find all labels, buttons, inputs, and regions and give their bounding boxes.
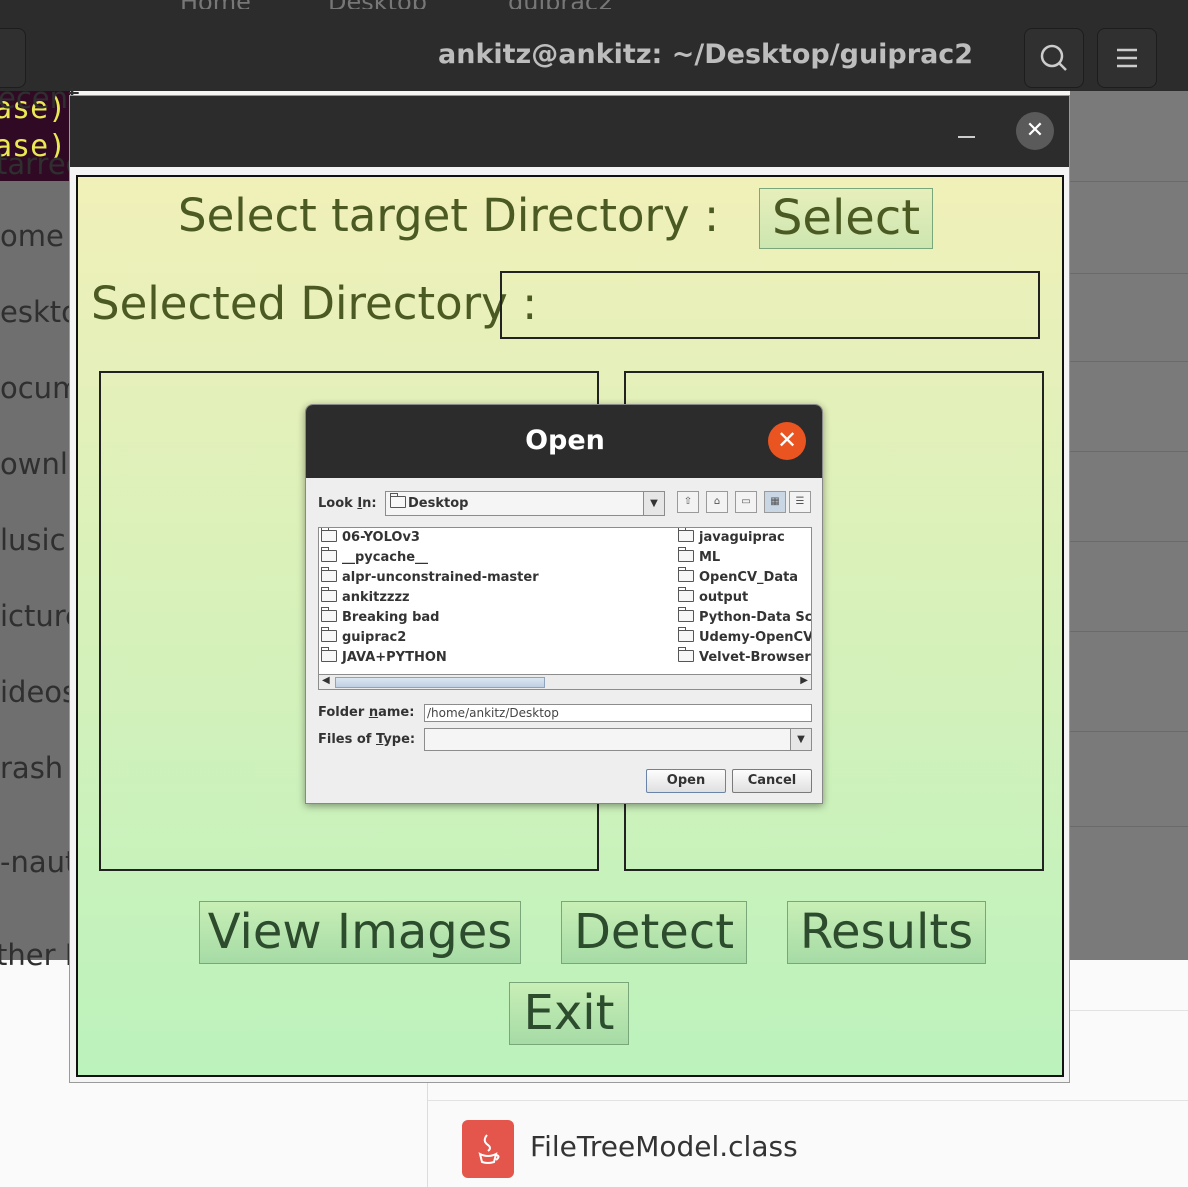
- look-in-combo[interactable]: Desktop ▼: [385, 491, 665, 516]
- files-of-type-label: Files of Type:: [318, 732, 416, 747]
- terminal-title: ankitz@ankitz: ~/Desktop/guiprac2: [438, 39, 974, 70]
- exit-button[interactable]: Exit: [509, 982, 629, 1045]
- results-button[interactable]: Results: [787, 901, 986, 964]
- horizontal-scrollbar[interactable]: ◀ ▶: [319, 674, 811, 689]
- folder-icon: [321, 547, 337, 562]
- details-view-button[interactable]: ☰: [789, 491, 811, 513]
- look-in-value: Desktop: [408, 496, 469, 511]
- folder-icon: [678, 647, 694, 662]
- search-icon: [1040, 44, 1067, 71]
- folder-icon: [678, 607, 694, 622]
- list-view-button[interactable]: ▦: [764, 491, 786, 513]
- dialog-title: Open: [525, 425, 605, 456]
- folder-icon: [321, 567, 337, 582]
- close-icon[interactable]: ✕: [1016, 112, 1054, 150]
- terminal-tab-button[interactable]: [0, 28, 26, 88]
- folder-icon: [321, 528, 337, 542]
- list-item[interactable]: alpr-unconstrained-master: [321, 567, 539, 588]
- look-in-label: Look In:: [318, 496, 377, 511]
- chevron-down-icon[interactable]: ▼: [643, 492, 664, 515]
- terminal-menu-button[interactable]: [1097, 28, 1157, 88]
- folder-icon: [678, 587, 694, 602]
- scroll-left-icon[interactable]: ◀: [322, 675, 330, 686]
- list-item[interactable]: output: [678, 587, 748, 608]
- sidebar-item-home[interactable]: ome: [0, 219, 64, 253]
- list-item[interactable]: JAVA+PYTHON: [321, 647, 447, 668]
- list-item[interactable]: __pycache__: [321, 547, 428, 568]
- sidebar-item-recent[interactable]: ecent: [0, 81, 79, 115]
- list-item[interactable]: ankitzzzz: [321, 587, 410, 608]
- sidebar-item-videos[interactable]: ideos: [0, 675, 77, 709]
- nautilus-sidebar: ecent tarred ome eskto ocum ownlo lusic …: [0, 81, 86, 960]
- home-icon: ⌂: [713, 496, 721, 507]
- folder-icon: [678, 567, 694, 582]
- terminal-search-button[interactable]: [1024, 28, 1084, 88]
- nautilus-tab-bar: Home Desktop guiprac2: [0, 0, 1188, 9]
- file-name-label[interactable]: FileTreeModel.class: [530, 1130, 798, 1163]
- open-dialog: Open ✕ Look In: Desktop ▼ ⇧ ⌂ ▭ ▦ ☰ 06-Y…: [305, 404, 823, 804]
- details-view-icon: ☰: [795, 496, 805, 507]
- home-button[interactable]: ⌂: [706, 491, 728, 513]
- list-item[interactable]: OpenCV_Data: [678, 567, 798, 588]
- sidebar-item-trash[interactable]: rash: [0, 751, 63, 785]
- view-images-button[interactable]: View Images: [199, 901, 521, 964]
- scroll-right-icon[interactable]: ▶: [800, 675, 808, 686]
- list-item[interactable]: 06-YOLOv3: [321, 528, 420, 548]
- folder-icon: [321, 627, 337, 642]
- selected-directory-label: Selected Directory :: [91, 277, 538, 330]
- file-list[interactable]: 06-YOLOv3 __pycache__ alpr-unconstrained…: [318, 527, 812, 690]
- folder-icon: [321, 607, 337, 622]
- minimize-icon[interactable]: [958, 136, 975, 138]
- terminal-header-bar: ankitz@ankitz: ~/Desktop/guiprac2: [0, 9, 1188, 91]
- up-one-level-button[interactable]: ⇧: [677, 491, 699, 513]
- selected-directory-field[interactable]: [500, 271, 1040, 339]
- java-icon: [478, 1134, 500, 1164]
- files-of-type-combo[interactable]: ▼: [424, 728, 812, 751]
- new-folder-icon: ▭: [741, 496, 751, 507]
- detect-button[interactable]: Detect: [561, 901, 747, 964]
- list-item[interactable]: Python-Data Sci: [678, 607, 811, 628]
- folder-icon: [678, 528, 694, 542]
- folder-name-label: Folder name:: [318, 705, 415, 720]
- select-target-label: Select target Directory :: [178, 189, 720, 242]
- close-icon[interactable]: ✕: [768, 422, 806, 460]
- sidebar-item-music[interactable]: lusic: [0, 523, 66, 557]
- chevron-down-icon[interactable]: ▼: [790, 729, 811, 750]
- app-titlebar: ✕: [70, 96, 1069, 167]
- new-folder-button[interactable]: ▭: [735, 491, 757, 513]
- folder-icon: [678, 547, 694, 562]
- tab-guiprac2[interactable]: guiprac2: [508, 0, 613, 9]
- folder-icon: [321, 587, 337, 602]
- folder-icon: [678, 627, 694, 642]
- list-item[interactable]: Breaking bad: [321, 607, 439, 628]
- list-item[interactable]: Udemy-OpenCV: [678, 627, 811, 648]
- folder-icon: [321, 647, 337, 662]
- open-button[interactable]: Open: [646, 769, 726, 793]
- tab-desktop[interactable]: Desktop: [328, 0, 427, 9]
- list-item[interactable]: guiprac2: [321, 627, 406, 648]
- scrollbar-thumb[interactable]: [335, 677, 545, 688]
- hamburger-menu-icon: [1117, 48, 1137, 68]
- nautilus-file-area: [1070, 91, 1188, 960]
- list-view-icon: ▦: [770, 496, 780, 507]
- tab-home[interactable]: Home: [180, 0, 251, 9]
- cancel-button[interactable]: Cancel: [732, 769, 812, 793]
- list-item[interactable]: javaguiprac: [678, 528, 785, 548]
- sidebar-item-desktop[interactable]: eskto: [0, 295, 79, 329]
- folder-name-input[interactable]: /home/ankitz/Desktop: [424, 704, 812, 722]
- folder-up-icon: ⇧: [683, 496, 693, 507]
- dialog-titlebar: Open ✕: [306, 405, 822, 478]
- list-item[interactable]: ML: [678, 547, 720, 568]
- select-directory-button[interactable]: Select: [759, 188, 933, 249]
- list-item[interactable]: Velvet-Browser-: [678, 647, 811, 668]
- java-class-file-icon[interactable]: [462, 1120, 514, 1178]
